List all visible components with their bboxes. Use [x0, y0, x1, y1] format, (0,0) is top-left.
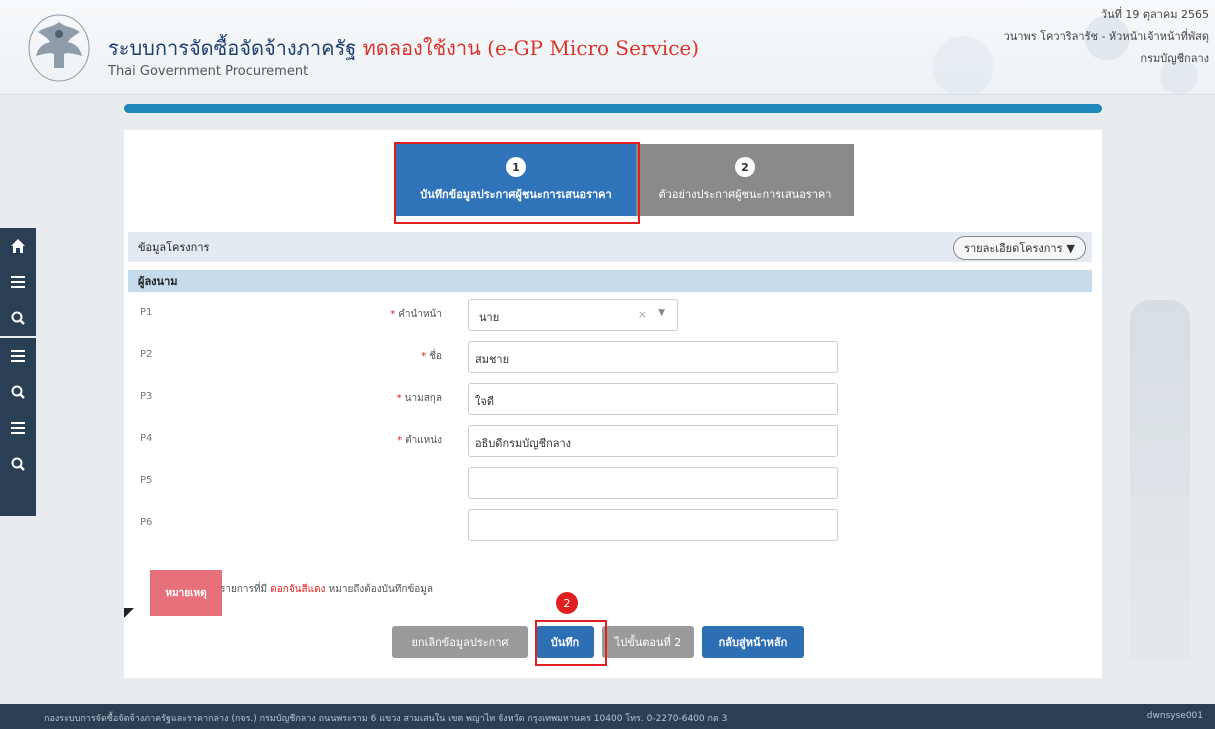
row-key: P2 — [140, 349, 153, 360]
last-name-input[interactable]: ใจดี — [468, 383, 838, 415]
note-text: รายการที่มี ดอกจันสีแดง หมายถึงต้องบันทึ… — [220, 584, 434, 595]
garuda-emblem-icon — [28, 14, 90, 82]
row-key: P6 — [140, 517, 153, 528]
current-date: วันที่ 19 ตุลาคม 2565 — [1100, 8, 1209, 21]
progress-bar — [124, 104, 1102, 113]
menu-icon[interactable] — [0, 264, 36, 300]
page-header: ระบบการจัดซื้อจัดจ้างภาครัฐ ทดลองใช้งาน … — [0, 0, 1215, 95]
home-icon[interactable] — [0, 228, 36, 264]
cancel-announcement-button[interactable]: ยกเลิกข้อมูลประกาศ — [392, 626, 528, 658]
step-highlight-box — [394, 142, 640, 224]
row-key: P1 — [140, 307, 153, 318]
form-row-p4: P4 * ตำแหน่ง อธิบดีกรมบัญชีกลาง — [128, 420, 1092, 460]
form-row-p5: P5 — [128, 462, 1092, 502]
left-sidebar — [0, 228, 36, 516]
user-info: วันที่ 19 ตุลาคม 2565 วนาพร โควาริลารัช … — [1004, 4, 1209, 70]
back-to-home-button[interactable]: กลับสู่หน้าหลัก — [702, 626, 804, 658]
app-title: ระบบการจัดซื้อจัดจ้างภาครัฐ ทดลองใช้งาน … — [108, 36, 700, 60]
footer-address: กองระบบการจัดซื้อจัดจ้างภาครัฐและราคากลา… — [44, 714, 728, 724]
row-key: P4 — [140, 433, 153, 444]
project-detail-button[interactable]: รายละเอียดโครงการ ▼ — [953, 236, 1086, 260]
field-label: * นามสกุล — [396, 393, 442, 404]
step-label: ตัวอย่างประกาศผู้ชนะการเสนอราคา — [658, 188, 832, 201]
form-row-p6: P6 — [128, 504, 1092, 544]
field-label: * ตำแหน่ง — [397, 435, 442, 446]
p6-input[interactable] — [468, 509, 838, 541]
project-info-section: ข้อมูลโครงการ รายละเอียดโครงการ ▼ — [128, 232, 1092, 262]
form-row-p3: P3 * นามสกุล ใจดี — [128, 378, 1092, 418]
user-name[interactable]: วนาพร โควาริลารัช - หัวหน้าเจ้าหน้าที่พั… — [1004, 26, 1209, 48]
background-decoration — [1130, 300, 1190, 660]
main-panel: 1 บันทึกข้อมูลประกาศผู้ชนะการเสนอราคา 2 … — [124, 130, 1102, 678]
app-subtitle: Thai Government Procurement — [108, 64, 309, 79]
field-label: * คำนำหน้า — [390, 309, 442, 320]
clear-icon[interactable]: × — [638, 308, 647, 321]
form-row-p2: P2 * ชื่อ สมชาย — [128, 336, 1092, 376]
page-footer: กองระบบการจัดซื้อจัดจ้างภาครัฐและราคากลา… — [0, 704, 1215, 729]
note-tag: หมายเหตุ — [150, 570, 222, 616]
step-number: 2 — [735, 157, 755, 177]
search-icon[interactable] — [0, 374, 36, 410]
save-highlight-box — [535, 620, 607, 666]
note-red-text: ดอกจันสีแดง — [270, 584, 326, 595]
menu-icon[interactable] — [0, 410, 36, 446]
next-step-button[interactable]: ไปขั้นตอนที่ 2 — [602, 626, 694, 658]
prefix-select[interactable]: นาย × ▼ — [468, 299, 678, 331]
first-name-input[interactable]: สมชาย — [468, 341, 838, 373]
menu-icon[interactable] — [0, 338, 36, 374]
note-corner-marker — [124, 608, 134, 618]
signer-section: ผู้ลงนาม — [128, 270, 1092, 292]
row-key: P5 — [140, 475, 153, 486]
p5-input[interactable] — [468, 467, 838, 499]
search-icon[interactable] — [0, 300, 36, 336]
section-title: ข้อมูลโครงการ — [138, 241, 210, 254]
position-input[interactable]: อธิบดีกรมบัญชีกลาง — [468, 425, 838, 457]
department-name: กรมบัญชีกลาง — [1140, 52, 1209, 65]
chevron-down-icon: ▼ — [658, 308, 665, 318]
test-mode-label: ทดลองใช้งาน (e-GP Micro Service) — [362, 36, 700, 60]
section-title: ผู้ลงนาม — [138, 275, 178, 288]
project-detail-label: รายละเอียดโครงการ — [964, 242, 1063, 255]
caret-down-icon: ▼ — [1066, 241, 1075, 255]
field-label: * ชื่อ — [421, 351, 442, 362]
footer-code: dwnsyse001 — [1146, 711, 1203, 721]
step-2-tab[interactable]: 2 ตัวอย่างประกาศผู้ชนะการเสนอราคา — [636, 144, 854, 216]
callout-badge: 2 — [556, 592, 578, 614]
prefix-value: นาย — [479, 311, 500, 324]
form-row-p1: P1 * คำนำหน้า นาย × ▼ — [128, 294, 1092, 334]
row-key: P3 — [140, 391, 153, 402]
search-icon[interactable] — [0, 446, 36, 482]
